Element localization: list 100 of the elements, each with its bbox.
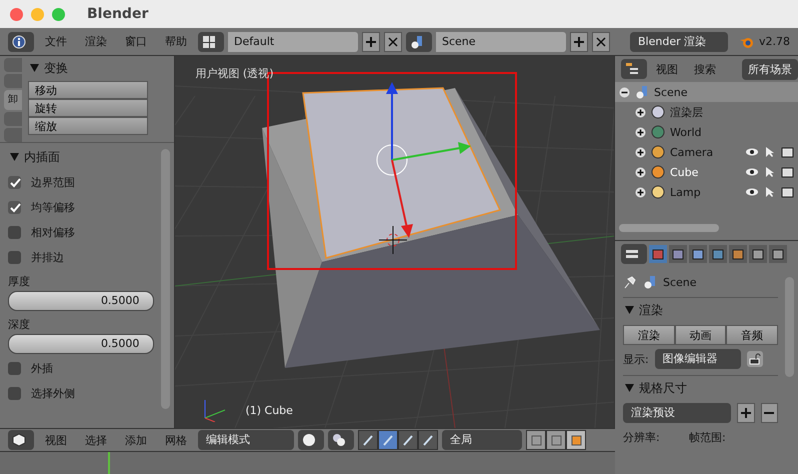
- select-mode-button[interactable]: [566, 430, 586, 450]
- pin-icon[interactable]: [623, 275, 637, 289]
- menu-item[interactable]: 渲染: [78, 34, 114, 49]
- menu-item[interactable]: 网格: [158, 432, 194, 448]
- scene-type-button[interactable]: [406, 32, 432, 52]
- scrollbar[interactable]: [619, 224, 719, 232]
- editor-type-button[interactable]: [621, 244, 647, 264]
- close-icon: [388, 36, 398, 46]
- number-field[interactable]: 0.5000: [8, 291, 154, 311]
- panel-header[interactable]: 渲染: [623, 297, 778, 323]
- select-mode-button[interactable]: [526, 430, 546, 450]
- shading-button[interactable]: [298, 430, 324, 450]
- editor-type-button[interactable]: [8, 32, 34, 52]
- panel-header[interactable]: 内插面: [8, 145, 154, 170]
- plus-icon: [574, 36, 584, 46]
- render-button[interactable]: 渲染: [623, 325, 675, 345]
- tree-item-label[interactable]: Cube: [670, 166, 698, 178]
- tree-item-label[interactable]: 渲染层: [670, 104, 703, 120]
- render-button[interactable]: 动画: [674, 325, 726, 345]
- expand-toggle-icon[interactable]: [635, 106, 646, 118]
- properties-tab[interactable]: [649, 245, 667, 263]
- current-frame-marker[interactable]: [108, 452, 110, 474]
- close-button[interactable]: [592, 32, 610, 52]
- properties-tab[interactable]: [729, 245, 747, 263]
- scrollbar[interactable]: [785, 277, 794, 377]
- mode-dropdown[interactable]: 编辑模式: [198, 430, 294, 450]
- checkbox[interactable]: [8, 362, 21, 375]
- menu-item[interactable]: 窗口: [118, 34, 154, 49]
- collapse-triangle-icon: [30, 64, 39, 72]
- remove-button[interactable]: [760, 403, 778, 423]
- menu-item[interactable]: 视图: [649, 62, 685, 76]
- expand-toggle-icon[interactable]: [635, 146, 646, 158]
- visibility-toggles-icon[interactable]: [746, 186, 794, 198]
- manipulator-button[interactable]: [398, 430, 418, 450]
- collapse-toggle-icon[interactable]: [619, 86, 630, 98]
- checkbox[interactable]: [8, 387, 21, 400]
- menu-item[interactable]: 添加: [118, 432, 154, 448]
- layout-name-field[interactable]: Default: [228, 32, 358, 52]
- manipulator-button[interactable]: [358, 430, 378, 450]
- tree-item-label[interactable]: World: [670, 126, 702, 138]
- field-label: 显示:: [623, 352, 649, 366]
- menu-item[interactable]: 选择: [78, 432, 114, 448]
- checkbox-label: 并排边: [31, 250, 64, 265]
- add-button[interactable]: [570, 32, 588, 52]
- manipulator-button[interactable]: [418, 430, 438, 450]
- properties-tab[interactable]: [749, 245, 767, 263]
- orientation-dropdown[interactable]: 全局: [442, 430, 522, 450]
- editor-type-button[interactable]: [621, 59, 647, 79]
- lock-button[interactable]: [746, 351, 763, 367]
- outliner-icon: [625, 62, 639, 76]
- lamp-icon: [650, 185, 666, 199]
- properties-tab[interactable]: [709, 245, 727, 263]
- collapse-triangle-icon: [625, 306, 634, 314]
- properties-icon: [625, 247, 639, 261]
- checkbox[interactable]: [8, 226, 21, 239]
- close-icon: [596, 36, 606, 46]
- preset-dropdown[interactable]: 渲染预设: [623, 403, 732, 423]
- expand-toggle-icon[interactable]: [635, 126, 646, 138]
- menu-item[interactable]: 文件: [38, 34, 74, 49]
- number-field[interactable]: 0.5000: [8, 334, 154, 354]
- manipulator-button[interactable]: [378, 430, 398, 450]
- layout-type-button[interactable]: [198, 32, 224, 52]
- tool-button[interactable]: 移动: [28, 81, 148, 99]
- select-mode-button[interactable]: [546, 430, 566, 450]
- field-label: 深度: [8, 317, 31, 332]
- visibility-toggles-icon[interactable]: [746, 146, 794, 158]
- tool-tab[interactable]: 卸: [4, 90, 22, 110]
- close-button[interactable]: [384, 32, 402, 52]
- display-dropdown[interactable]: 图像编辑器: [654, 349, 741, 369]
- tool-button[interactable]: 旋转: [28, 99, 148, 117]
- properties-tab[interactable]: [689, 245, 707, 263]
- render-button[interactable]: 音频: [726, 325, 778, 345]
- render-engine-dropdown[interactable]: Blender 渲染: [630, 32, 728, 52]
- plus-icon: [366, 36, 376, 46]
- menu-item[interactable]: 搜索: [687, 62, 723, 76]
- menu-item[interactable]: 帮助: [158, 34, 194, 49]
- menu-item[interactable]: 视图: [38, 432, 74, 448]
- pivot-button[interactable]: [328, 430, 354, 450]
- add-button[interactable]: [362, 32, 380, 52]
- tree-item-label[interactable]: Scene: [654, 86, 688, 98]
- panel-header[interactable]: 变换: [28, 56, 168, 81]
- plus-icon: [740, 408, 751, 418]
- checkbox[interactable]: [8, 251, 21, 264]
- scrollbar[interactable]: [161, 149, 170, 409]
- filter-dropdown[interactable]: 所有场景: [742, 58, 798, 80]
- checkbox[interactable]: [8, 176, 21, 189]
- checkbox[interactable]: [8, 201, 21, 214]
- scene-name-field[interactable]: Scene: [436, 32, 566, 52]
- tree-item-label[interactable]: Lamp: [670, 186, 701, 198]
- tree-item-label[interactable]: Camera: [670, 146, 714, 158]
- visibility-toggles-icon[interactable]: [746, 166, 794, 178]
- transform-gizmo-icon[interactable]: [376, 82, 472, 238]
- tool-button[interactable]: 缩放: [28, 117, 148, 135]
- panel-header[interactable]: 规格尺寸: [623, 375, 778, 401]
- expand-toggle-icon[interactable]: [635, 166, 646, 178]
- properties-tab[interactable]: [669, 245, 687, 263]
- add-button[interactable]: [737, 403, 755, 423]
- editor-type-button[interactable]: [8, 430, 34, 450]
- properties-tab[interactable]: [769, 245, 787, 263]
- expand-toggle-icon[interactable]: [635, 186, 646, 198]
